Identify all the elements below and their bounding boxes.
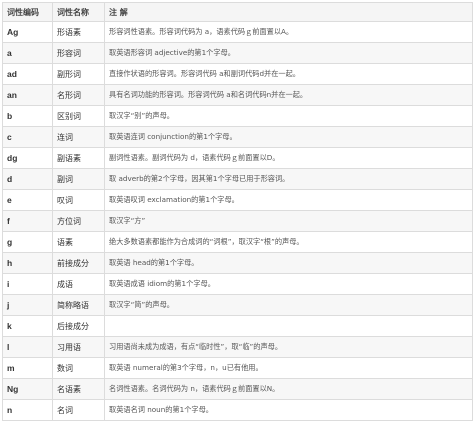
cell-code: i bbox=[2, 273, 53, 295]
cell-code: e bbox=[2, 189, 53, 211]
header-name: 词性名称 bbox=[52, 2, 105, 22]
cell-name: 简称略语 bbox=[52, 294, 105, 316]
table-row: h 前接成分 取英语 head的第1个字母。 bbox=[2, 252, 473, 274]
header-code: 词性编码 bbox=[2, 2, 53, 22]
table-body: Ag 形语素 形容词性语素。形容词代码为 a，语素代码ｇ前面置以A。 a 形容词… bbox=[2, 21, 473, 421]
table-row: j 简称略语 取汉字“简”的声母。 bbox=[2, 294, 473, 316]
cell-code: Ag bbox=[2, 21, 53, 43]
cell-name: 形语素 bbox=[52, 21, 105, 43]
pos-tag-table: 词性编码 词性名称 注 解 Ag 形语素 形容词性语素。形容词代码为 a，语素代… bbox=[2, 2, 473, 421]
cell-desc: 取英语成语 idiom的第1个字母。 bbox=[104, 273, 473, 295]
cell-name: 名形词 bbox=[52, 84, 105, 106]
cell-desc bbox=[104, 315, 473, 337]
table-row: dg 副语素 副词性语素。副词代码为 d，语素代码ｇ前面置以D。 bbox=[2, 147, 473, 169]
cell-desc: 取汉字“简”的声母。 bbox=[104, 294, 473, 316]
table-row: d 副词 取 adverb的第2个字母，因其第1个字母已用于形容词。 bbox=[2, 168, 473, 190]
cell-name: 区别词 bbox=[52, 105, 105, 127]
cell-name: 习用语 bbox=[52, 336, 105, 358]
table-row: m 数词 取英语 numeral的第3个字母，n，u已有他用。 bbox=[2, 357, 473, 379]
cell-desc: 取汉字“别”的声母。 bbox=[104, 105, 473, 127]
cell-name: 数词 bbox=[52, 357, 105, 379]
cell-name: 方位词 bbox=[52, 210, 105, 232]
cell-code: h bbox=[2, 252, 53, 274]
cell-name: 副词 bbox=[52, 168, 105, 190]
cell-code: k bbox=[2, 315, 53, 337]
table-row: b 区别词 取汉字“别”的声母。 bbox=[2, 105, 473, 127]
table-header: 词性编码 词性名称 注 解 bbox=[2, 2, 473, 22]
cell-desc: 取英语连词 conjunction的第1个字母。 bbox=[104, 126, 473, 148]
cell-desc: 取英语 numeral的第3个字母，n，u已有他用。 bbox=[104, 357, 473, 379]
table-row: ad 副形词 直接作状语的形容词。形容词代码 a和副词代码d并在一起。 bbox=[2, 63, 473, 85]
table-row: an 名形词 具有名词功能的形容词。形容词代码 a和名词代码n并在一起。 bbox=[2, 84, 473, 106]
cell-code: dg bbox=[2, 147, 53, 169]
cell-desc: 直接作状语的形容词。形容词代码 a和副词代码d并在一起。 bbox=[104, 63, 473, 85]
cell-desc: 习用语尚未成为成语，有点“临时性”，取“临”的声母。 bbox=[104, 336, 473, 358]
cell-code: Ng bbox=[2, 378, 53, 400]
cell-name: 形容词 bbox=[52, 42, 105, 64]
cell-code: n bbox=[2, 399, 53, 421]
cell-name: 名词 bbox=[52, 399, 105, 421]
header-desc: 注 解 bbox=[104, 2, 473, 22]
cell-code: a bbox=[2, 42, 53, 64]
table-row: i 成语 取英语成语 idiom的第1个字母。 bbox=[2, 273, 473, 295]
table-row: Ng 名语素 名词性语素。名词代码为 n，语素代码ｇ前面置以N。 bbox=[2, 378, 473, 400]
cell-code: an bbox=[2, 84, 53, 106]
table-row: n 名词 取英语名词 noun的第1个字母。 bbox=[2, 399, 473, 421]
cell-desc: 取英语 head的第1个字母。 bbox=[104, 252, 473, 274]
cell-name: 名语素 bbox=[52, 378, 105, 400]
cell-code: ad bbox=[2, 63, 53, 85]
cell-code: m bbox=[2, 357, 53, 379]
cell-name: 副语素 bbox=[52, 147, 105, 169]
table-row: l 习用语 习用语尚未成为成语，有点“临时性”，取“临”的声母。 bbox=[2, 336, 473, 358]
cell-desc: 具有名词功能的形容词。形容词代码 a和名词代码n并在一起。 bbox=[104, 84, 473, 106]
cell-name: 语素 bbox=[52, 231, 105, 253]
table-row: k 后接成分 bbox=[2, 315, 473, 337]
table-row: g 语素 绝大多数语素都能作为合成词的“词根”，取汉字“根”的声母。 bbox=[2, 231, 473, 253]
cell-desc: 取英语名词 noun的第1个字母。 bbox=[104, 399, 473, 421]
pos-table-container: 词性编码 词性名称 注 解 Ag 形语素 形容词性语素。形容词代码为 a，语素代… bbox=[2, 2, 473, 421]
cell-name: 副形词 bbox=[52, 63, 105, 85]
cell-name: 连词 bbox=[52, 126, 105, 148]
table-row: c 连词 取英语连词 conjunction的第1个字母。 bbox=[2, 126, 473, 148]
cell-code: g bbox=[2, 231, 53, 253]
cell-code: d bbox=[2, 168, 53, 190]
cell-desc: 取英语叹词 exclamation的第1个字母。 bbox=[104, 189, 473, 211]
cell-code: l bbox=[2, 336, 53, 358]
cell-desc: 形容词性语素。形容词代码为 a，语素代码ｇ前面置以A。 bbox=[104, 21, 473, 43]
header-row: 词性编码 词性名称 注 解 bbox=[2, 2, 473, 22]
table-row: f 方位词 取汉字“方” bbox=[2, 210, 473, 232]
cell-code: f bbox=[2, 210, 53, 232]
cell-desc: 取 adverb的第2个字母，因其第1个字母已用于形容词。 bbox=[104, 168, 473, 190]
cell-desc: 取英语形容词 adjective的第1个字母。 bbox=[104, 42, 473, 64]
cell-desc: 绝大多数语素都能作为合成词的“词根”，取汉字“根”的声母。 bbox=[104, 231, 473, 253]
table-row: e 叹词 取英语叹词 exclamation的第1个字母。 bbox=[2, 189, 473, 211]
cell-name: 后接成分 bbox=[52, 315, 105, 337]
cell-code: c bbox=[2, 126, 53, 148]
cell-name: 叹词 bbox=[52, 189, 105, 211]
table-row: Ag 形语素 形容词性语素。形容词代码为 a，语素代码ｇ前面置以A。 bbox=[2, 21, 473, 43]
cell-desc: 名词性语素。名词代码为 n，语素代码ｇ前面置以N。 bbox=[104, 378, 473, 400]
cell-code: j bbox=[2, 294, 53, 316]
cell-name: 成语 bbox=[52, 273, 105, 295]
cell-desc: 取汉字“方” bbox=[104, 210, 473, 232]
cell-name: 前接成分 bbox=[52, 252, 105, 274]
cell-desc: 副词性语素。副词代码为 d，语素代码ｇ前面置以D。 bbox=[104, 147, 473, 169]
table-row: a 形容词 取英语形容词 adjective的第1个字母。 bbox=[2, 42, 473, 64]
cell-code: b bbox=[2, 105, 53, 127]
